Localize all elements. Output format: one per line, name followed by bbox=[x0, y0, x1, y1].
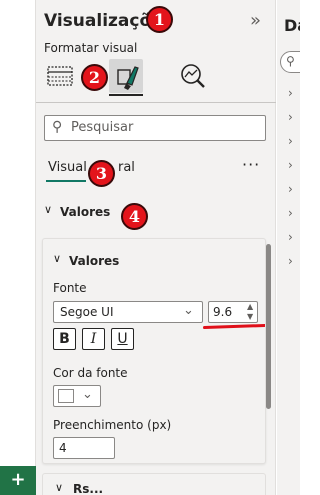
search-input[interactable]: ⚲ Pesquisar bbox=[44, 115, 266, 141]
divider bbox=[36, 102, 276, 103]
report-canvas-edge: + bbox=[0, 0, 36, 495]
padding-value: 4 bbox=[59, 441, 67, 455]
active-tool-indicator bbox=[109, 94, 143, 96]
font-family-value: Segoe UI bbox=[60, 305, 114, 319]
chevron-down-icon: ⌄ bbox=[82, 387, 93, 402]
padding-label: Preenchimento (px) bbox=[53, 418, 172, 432]
card-header-label: Valores bbox=[69, 254, 120, 268]
font-size-stepper[interactable]: 9.6 ▲ ▼ bbox=[208, 301, 258, 323]
chevron-down-icon: ⌄ bbox=[183, 303, 194, 318]
values-card: ∨ Valores Fonte Segoe UI ⌄ 9.6 ▲ ▼ B I U … bbox=[42, 238, 266, 464]
color-swatch bbox=[58, 389, 74, 403]
font-color-picker[interactable]: ⌄ bbox=[53, 385, 101, 407]
section-label: Valores bbox=[60, 205, 111, 219]
next-section-header[interactable]: ∨ Rs... bbox=[42, 473, 266, 495]
chevron-right-icon[interactable]: › bbox=[288, 230, 293, 244]
chevron-right-icon[interactable]: › bbox=[288, 86, 293, 100]
more-options-icon[interactable]: ··· bbox=[242, 155, 260, 174]
search-icon: ⚲ bbox=[52, 119, 63, 135]
analytics-button[interactable] bbox=[176, 59, 210, 93]
next-section-label: Rs... bbox=[73, 482, 104, 495]
collapse-pane-icon[interactable]: » bbox=[250, 10, 261, 31]
format-visual-label: Formatar visual bbox=[44, 41, 138, 55]
bold-button[interactable]: B bbox=[53, 328, 76, 350]
padding-input[interactable]: 4 bbox=[53, 437, 115, 459]
search-placeholder: Pesquisar bbox=[71, 120, 134, 135]
stepper-arrows-icon[interactable]: ▲ ▼ bbox=[247, 302, 253, 322]
callout-badge: 2 bbox=[81, 64, 108, 91]
search-icon: ⚲ bbox=[286, 54, 295, 68]
data-pane-title: Da bbox=[284, 16, 300, 35]
chevron-right-icon[interactable]: › bbox=[288, 158, 293, 172]
visualizations-pane: Visualizações » Formatar visual ⚲ Pesqui… bbox=[36, 0, 276, 495]
magnifier-chart-icon bbox=[181, 64, 205, 88]
underline-button[interactable]: U bbox=[111, 328, 134, 350]
add-page-button[interactable]: + bbox=[0, 466, 36, 495]
format-visual-button[interactable] bbox=[109, 59, 143, 93]
callout-badge: 1 bbox=[146, 6, 173, 33]
font-size-value: 9.6 bbox=[213, 305, 233, 319]
chevron-right-icon[interactable]: › bbox=[288, 182, 293, 196]
chevron-right-icon[interactable]: › bbox=[288, 254, 293, 268]
chevron-down-icon: ∨ bbox=[53, 252, 62, 265]
scrollbar-thumb[interactable] bbox=[266, 244, 271, 409]
chevron-right-icon[interactable]: › bbox=[288, 206, 293, 220]
tab-visual[interactable]: Visual bbox=[48, 160, 87, 175]
italic-button[interactable]: I bbox=[82, 328, 105, 350]
annotation-underline bbox=[202, 323, 265, 330]
font-color-label: Cor da fonte bbox=[53, 366, 128, 380]
chevron-right-icon[interactable]: › bbox=[288, 110, 293, 124]
font-label: Fonte bbox=[53, 281, 87, 295]
data-search-input[interactable]: ⚲ bbox=[280, 51, 300, 73]
chevron-down-icon: ∨ bbox=[44, 203, 53, 216]
tab-general[interactable]: ral bbox=[118, 160, 135, 175]
chevron-down-icon: ∨ bbox=[55, 481, 64, 494]
data-pane: Da ⚲ › › › › › › › › bbox=[277, 0, 300, 495]
active-tab-indicator bbox=[46, 180, 86, 182]
callout-badge: 4 bbox=[121, 203, 148, 230]
paintbrush-icon bbox=[117, 66, 139, 90]
chevron-right-icon[interactable]: › bbox=[288, 134, 293, 148]
table-grid-icon bbox=[47, 66, 73, 86]
card-header[interactable]: ∨ Valores bbox=[51, 252, 231, 271]
build-visual-button[interactable] bbox=[44, 59, 78, 93]
callout-badge: 3 bbox=[88, 160, 115, 187]
font-family-select[interactable]: Segoe UI ⌄ bbox=[53, 301, 203, 323]
